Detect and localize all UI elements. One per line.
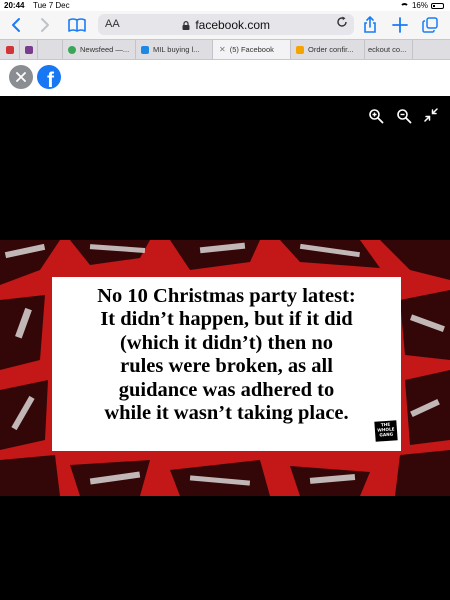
- back-button[interactable]: [6, 15, 26, 35]
- caption-line: guidance was adhered to: [118, 378, 335, 401]
- caption-line: rules were broken, as all: [120, 355, 333, 378]
- caption-line: (which it didn’t) then no: [119, 331, 333, 354]
- reload-icon: [337, 16, 347, 27]
- caption-card: No 10 Christmas party latest: It didn’t …: [52, 277, 401, 451]
- forward-button[interactable]: [35, 15, 55, 35]
- caption-line: while it wasn’t taking place.: [104, 402, 349, 425]
- tab-close-icon[interactable]: ✕: [219, 45, 226, 54]
- tab-mil-buying[interactable]: MIL buying l...: [135, 40, 212, 59]
- browser-toolbar: AA facebook.com: [0, 11, 450, 39]
- zoom-out-button[interactable]: [396, 108, 414, 126]
- close-icon: [16, 72, 26, 82]
- tab-favicon-icon: [296, 45, 304, 54]
- url-text: facebook.com: [195, 18, 271, 32]
- tab-favicon-icon: [25, 45, 33, 54]
- status-date: Tue 7 Dec: [33, 1, 70, 10]
- post-image[interactable]: No 10 Christmas party latest: It didn’t …: [0, 240, 450, 496]
- caption-line: It didn’t happen, but if it did: [100, 308, 353, 331]
- tab-favicon-icon: [141, 45, 149, 54]
- address-bar[interactable]: AA facebook.com: [98, 14, 354, 35]
- tab-label: Newsfeed —...: [80, 45, 130, 54]
- share-button[interactable]: [360, 15, 380, 35]
- tab-label: eckout co...: [368, 45, 407, 54]
- tab-strip: Newsfeed —... MIL buying l... ✕ (5) Face…: [0, 39, 450, 60]
- tab-sliver[interactable]: [37, 40, 62, 59]
- post-caption: No 10 Christmas party latest: It didn’t …: [52, 285, 401, 425]
- wifi-icon: [399, 2, 409, 9]
- tab-newsfeed[interactable]: Newsfeed —...: [62, 40, 135, 59]
- reload-button[interactable]: [336, 16, 348, 31]
- close-button[interactable]: [9, 65, 33, 89]
- tab-label: MIL buying l...: [153, 45, 200, 54]
- caption-line: No 10 Christmas party latest:: [97, 285, 356, 307]
- tab-label: Order confir...: [308, 45, 354, 54]
- tab-favicon-icon: [6, 45, 14, 54]
- photo-viewer: No 10 Christmas party latest: It didn’t …: [0, 96, 450, 600]
- page-header: f: [0, 60, 450, 96]
- artist-stamp-logo: THE WHOLE GANG: [374, 420, 398, 442]
- tab-order-confirmation[interactable]: Order confir...: [290, 40, 364, 59]
- facebook-logo[interactable]: f: [37, 65, 61, 89]
- tab-overview-button[interactable]: [420, 15, 440, 35]
- tab-0[interactable]: [0, 40, 19, 59]
- zoom-in-button[interactable]: [368, 108, 386, 126]
- facebook-logo-letter: f: [47, 69, 54, 89]
- new-tab-button[interactable]: [390, 15, 410, 35]
- url-field[interactable]: facebook.com: [98, 18, 354, 32]
- exit-fullscreen-button[interactable]: [424, 108, 442, 126]
- book-icon: [68, 18, 86, 32]
- tab-checkout[interactable]: eckout co...: [364, 40, 412, 59]
- zoom-in-icon: [369, 109, 384, 124]
- tab-label: (5) Facebook: [229, 45, 274, 54]
- tab-sliver-right[interactable]: [412, 40, 450, 59]
- plus-icon: [392, 17, 408, 33]
- battery-icon: [431, 2, 444, 9]
- bookmarks-button[interactable]: [67, 15, 87, 35]
- zoom-out-icon: [397, 109, 412, 124]
- tabs-icon: [422, 17, 438, 33]
- chevron-left-icon: [12, 18, 20, 32]
- tab-favicon-icon: [68, 45, 76, 54]
- battery-percent: 16%: [411, 1, 428, 10]
- tab-facebook[interactable]: ✕ (5) Facebook: [212, 40, 290, 59]
- chevron-right-icon: [41, 18, 49, 32]
- share-icon: [364, 16, 376, 33]
- status-right: 16%: [399, 1, 444, 10]
- status-bar: 20:44 Tue 7 Dec 16%: [0, 0, 450, 11]
- lock-icon: [182, 21, 190, 30]
- status-time: 20:44: [4, 1, 25, 10]
- tab-1[interactable]: [19, 40, 37, 59]
- collapse-icon: [424, 108, 438, 122]
